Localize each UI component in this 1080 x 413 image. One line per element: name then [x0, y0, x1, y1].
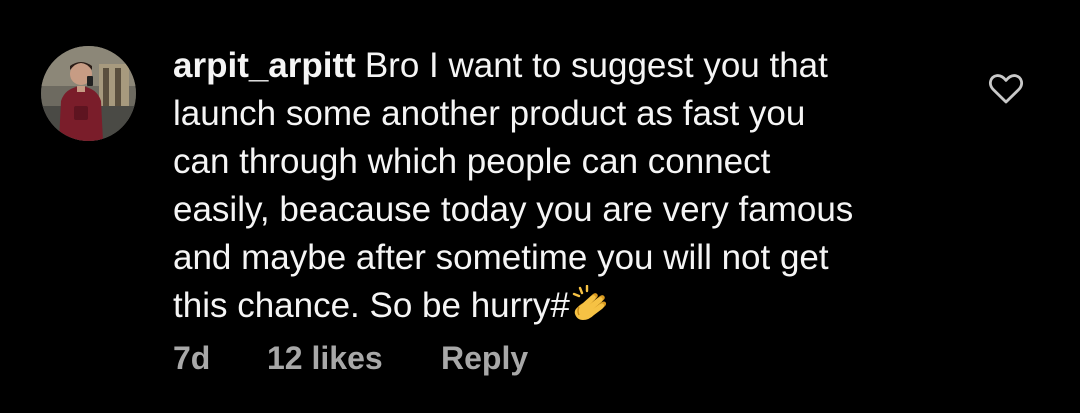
avatar-photo — [41, 46, 136, 141]
comment-line: easily, beacause today you are very famo… — [173, 190, 854, 229]
comment-line: can through which people can connect — [173, 142, 771, 181]
comment-line: this chance. So be hurry# — [173, 282, 963, 330]
clapping-hands-icon — [572, 285, 606, 320]
avatar[interactable] — [41, 46, 136, 141]
username-link[interactable]: arpit_arpitt — [173, 46, 356, 85]
comment-line: launch some another product as fast you — [173, 94, 806, 133]
comment-age: 7d — [173, 340, 211, 376]
likes-count[interactable]: 12 likes — [267, 340, 441, 377]
comment-line: and maybe after sometime you will not ge… — [173, 238, 829, 277]
comment-meta: 7d 12 likes Reply — [173, 340, 528, 377]
comment-line: arpit_arpitt Bro I want to suggest you th… — [173, 42, 963, 90]
comment-line-text: this chance. So be hurry# — [173, 286, 570, 325]
comment-text: arpit_arpitt Bro I want to suggest you th… — [173, 42, 963, 330]
comment-line-text: Bro I want to suggest you that — [364, 46, 828, 85]
comment: arpit_arpitt Bro I want to suggest you th… — [0, 0, 1080, 413]
heart-icon[interactable] — [988, 73, 1024, 105]
reply-button[interactable]: Reply — [441, 340, 528, 377]
